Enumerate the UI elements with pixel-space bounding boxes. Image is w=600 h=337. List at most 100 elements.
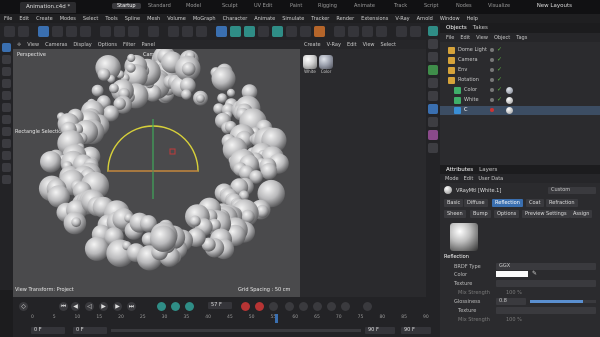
model-mode-icon[interactable] — [38, 26, 49, 37]
axis-x-icon[interactable] — [100, 26, 111, 37]
viewport-menu-panel[interactable]: Panel — [141, 42, 155, 48]
generator-shortcut-icon[interactable] — [428, 91, 438, 101]
panel-tab-bump[interactable]: Bump — [470, 210, 491, 218]
start-frame-field[interactable]: 0 F — [31, 327, 65, 334]
preview-end-field[interactable]: 90 F — [365, 327, 395, 334]
deformer-icon[interactable] — [272, 26, 283, 37]
workspace-tab-paint[interactable]: Paint — [290, 3, 302, 9]
render-view-icon[interactable] — [168, 26, 179, 37]
enabled-check-icon[interactable]: ✓ — [497, 76, 502, 83]
next-key-icon[interactable]: ▶ — [113, 302, 122, 311]
menu-vray[interactable]: V-Ray — [395, 16, 409, 22]
visibility-dot-icon[interactable] — [490, 48, 494, 52]
object-row-rotation[interactable]: Rotation ✓ — [440, 76, 600, 85]
edges-mode-icon[interactable] — [66, 26, 77, 37]
menu-spline[interactable]: Spline — [125, 16, 140, 22]
menu-window[interactable]: Window — [440, 16, 460, 22]
param-key-icon[interactable] — [327, 302, 336, 311]
selection-tool-icon[interactable] — [2, 43, 11, 52]
workspace-tab-script[interactable]: Script — [424, 3, 439, 9]
panel-tab-options[interactable]: Options — [494, 210, 520, 218]
workspace-tab-nodes[interactable]: Nodes — [456, 3, 472, 9]
keyframe-mode-icon[interactable]: ◇ — [19, 302, 28, 311]
floor-icon[interactable] — [286, 26, 297, 37]
workspace-tab-visualize[interactable]: Visualize — [488, 3, 510, 9]
gizmo-anchor[interactable] — [169, 148, 176, 155]
vray-render-icon[interactable] — [334, 26, 345, 37]
viewport-menu-display[interactable]: Display — [73, 42, 91, 48]
object-row-dome-light[interactable]: Dome Light ✓ — [440, 46, 600, 55]
cube-icon[interactable] — [216, 26, 227, 37]
current-frame-field[interactable]: 57 F — [208, 302, 232, 309]
panel-tab-sheen[interactable]: Sheen — [444, 210, 466, 218]
preview-range-bar[interactable] — [111, 329, 361, 332]
workspace-tab-startup[interactable]: Startup — [112, 3, 141, 9]
material-tag-icon[interactable] — [506, 87, 513, 94]
menu-character[interactable]: Character — [223, 16, 248, 22]
object-menu-edit[interactable]: Edit — [460, 35, 470, 41]
viewport-menu-cameras[interactable]: Cameras — [45, 42, 67, 48]
panel-tab-reflection[interactable]: Reflection — [492, 199, 523, 207]
workspace-tab-rigging[interactable]: Rigging — [318, 3, 337, 9]
move-tool-icon[interactable] — [2, 55, 11, 64]
material-menu-edit[interactable]: Edit — [347, 42, 357, 48]
menu-create[interactable]: Create — [36, 16, 53, 22]
material-tag-icon[interactable] — [506, 97, 513, 104]
panel-tab-assign[interactable]: Assign — [570, 210, 593, 218]
menu-mograph[interactable]: MoGraph — [193, 16, 216, 22]
axis-z-icon[interactable] — [128, 26, 139, 37]
end-frame-field[interactable]: 90 F — [401, 327, 431, 334]
light-icon[interactable] — [314, 26, 325, 37]
record-keys-icon[interactable] — [157, 302, 166, 311]
texture-mode-icon[interactable] — [2, 163, 11, 172]
object-menu-view[interactable]: View — [476, 35, 488, 41]
mix-strength-value[interactable]: 100 % — [506, 290, 522, 296]
enabled-check-icon[interactable]: ✓ — [497, 56, 502, 63]
object-menu-tags[interactable]: Tags — [516, 35, 527, 41]
render-settings-icon[interactable] — [196, 26, 207, 37]
vray-settings-icon[interactable] — [376, 26, 387, 37]
menu-extensions[interactable]: Extensions — [361, 16, 388, 22]
camera-icon[interactable] — [300, 26, 311, 37]
object-row-c[interactable]: C — [440, 106, 600, 115]
workspace-tab-track[interactable]: Track — [394, 3, 407, 9]
object-row-color[interactable]: Color ✓ — [440, 86, 600, 95]
panel-tab-preview-settings[interactable]: Preview Settings — [522, 210, 570, 218]
key-icon[interactable] — [269, 302, 278, 311]
tag-shortcut-icon[interactable] — [428, 143, 438, 153]
attr-menu-mode[interactable]: Mode — [445, 176, 459, 182]
panel-tab-basic[interactable]: Basic — [444, 199, 464, 207]
workspace-tab-animate[interactable]: Animate — [354, 3, 375, 9]
snap-tool-icon[interactable] — [2, 115, 11, 124]
attr-menu-user-data[interactable]: User Data — [478, 176, 503, 182]
object-menu-file[interactable]: File — [446, 35, 454, 41]
material-menu-vray[interactable]: V-Ray — [327, 42, 341, 48]
panel-tab-coat[interactable]: Coat — [526, 199, 544, 207]
play-backward-icon[interactable]: ◁ — [85, 302, 94, 311]
rotate-tool-icon[interactable] — [2, 67, 11, 76]
rotation-key-icon[interactable] — [299, 302, 308, 311]
menu-simulate[interactable]: Simulate — [282, 16, 304, 22]
cloner-icon[interactable] — [258, 26, 269, 37]
undo-icon[interactable] — [4, 26, 15, 37]
points-mode-icon[interactable] — [52, 26, 63, 37]
menu-volume[interactable]: Volume — [167, 16, 186, 22]
texture-slot[interactable] — [496, 280, 596, 287]
menu-render[interactable]: Render — [336, 16, 354, 22]
field-shortcut-icon[interactable] — [428, 78, 438, 88]
object-row-camera[interactable]: Camera ✓ — [440, 56, 600, 65]
visibility-dot-icon[interactable] — [490, 78, 494, 82]
viewport-menu-view[interactable]: View — [27, 42, 39, 48]
character-shortcut-icon[interactable] — [428, 130, 438, 140]
material-menu-select[interactable]: Select — [381, 42, 396, 48]
workplane-icon[interactable] — [2, 103, 11, 112]
glossiness-slider[interactable] — [530, 300, 596, 303]
previous-key-icon[interactable]: ◀ — [71, 302, 80, 311]
eyedropper-icon[interactable]: ✎ — [532, 270, 537, 277]
vray-light-icon[interactable] — [362, 26, 373, 37]
material-white[interactable]: White — [303, 55, 317, 75]
effector-shortcut-icon[interactable] — [428, 65, 438, 75]
snap-icon[interactable] — [410, 26, 421, 37]
menu-mesh[interactable]: Mesh — [147, 16, 160, 22]
tab-objects[interactable]: Objects — [446, 25, 467, 31]
